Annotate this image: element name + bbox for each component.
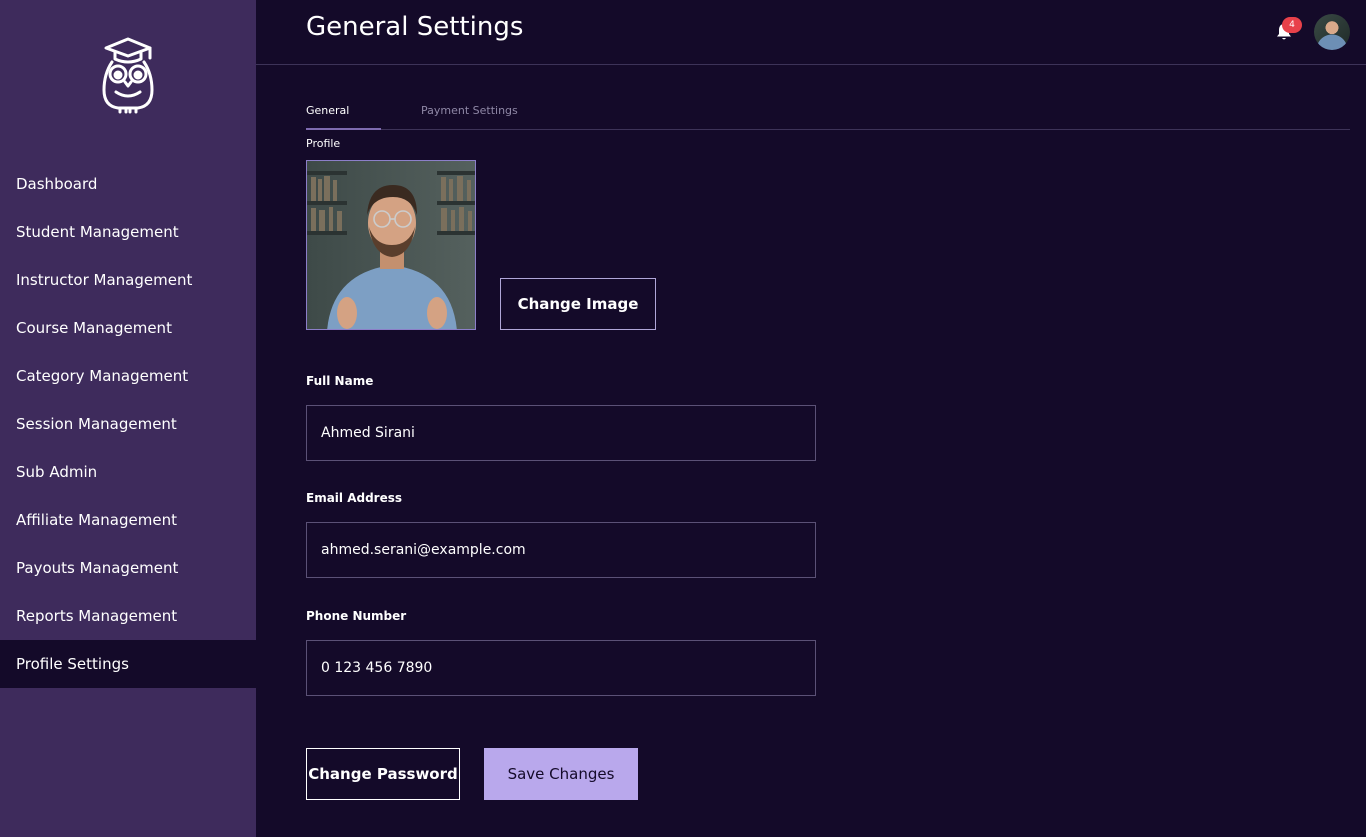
tab-payment-settings[interactable]: Payment Settings — [421, 94, 521, 130]
change-image-button[interactable]: Change Image — [500, 278, 656, 330]
phone-field[interactable] — [306, 640, 816, 696]
sidebar-item-course-management[interactable]: Course Management — [0, 304, 256, 352]
sidebar: Dashboard Student Management Instructor … — [0, 0, 256, 837]
sidebar-item-student-management[interactable]: Student Management — [0, 208, 256, 256]
tab-general-profile[interactable]: General Profile — [306, 94, 381, 150]
sidebar-item-session-management[interactable]: Session Management — [0, 400, 256, 448]
notification-count-badge: 4 — [1282, 17, 1302, 33]
profile-photo — [306, 160, 476, 330]
sidebar-item-affiliate-management[interactable]: Affiliate Management — [0, 496, 256, 544]
phone-label: Phone Number — [306, 609, 407, 623]
top-header: General Settings 4 — [256, 0, 1366, 65]
sidebar-item-reports-management[interactable]: Reports Management — [0, 592, 256, 640]
sidebar-item-sub-admin[interactable]: Sub Admin — [0, 448, 256, 496]
sidebar-nav: Dashboard Student Management Instructor … — [0, 160, 256, 688]
email-field[interactable] — [306, 522, 816, 578]
sidebar-item-instructor-management[interactable]: Instructor Management — [0, 256, 256, 304]
owl-logo-icon — [96, 34, 160, 114]
full-name-field[interactable] — [306, 405, 816, 461]
full-name-label: Full Name — [306, 374, 374, 388]
email-label: Email Address — [306, 491, 403, 505]
user-avatar[interactable] — [1314, 14, 1350, 50]
sidebar-item-payouts-management[interactable]: Payouts Management — [0, 544, 256, 592]
page-title: General Settings — [306, 12, 524, 42]
settings-tabs: General Profile Payment Settings — [306, 94, 1350, 150]
sidebar-item-category-management[interactable]: Category Management — [0, 352, 256, 400]
sidebar-item-profile-settings[interactable]: Profile Settings — [0, 640, 256, 688]
change-password-button[interactable]: Change Password — [306, 748, 460, 800]
save-changes-button[interactable]: Save Changes — [484, 748, 638, 800]
sidebar-item-dashboard[interactable]: Dashboard — [0, 160, 256, 208]
